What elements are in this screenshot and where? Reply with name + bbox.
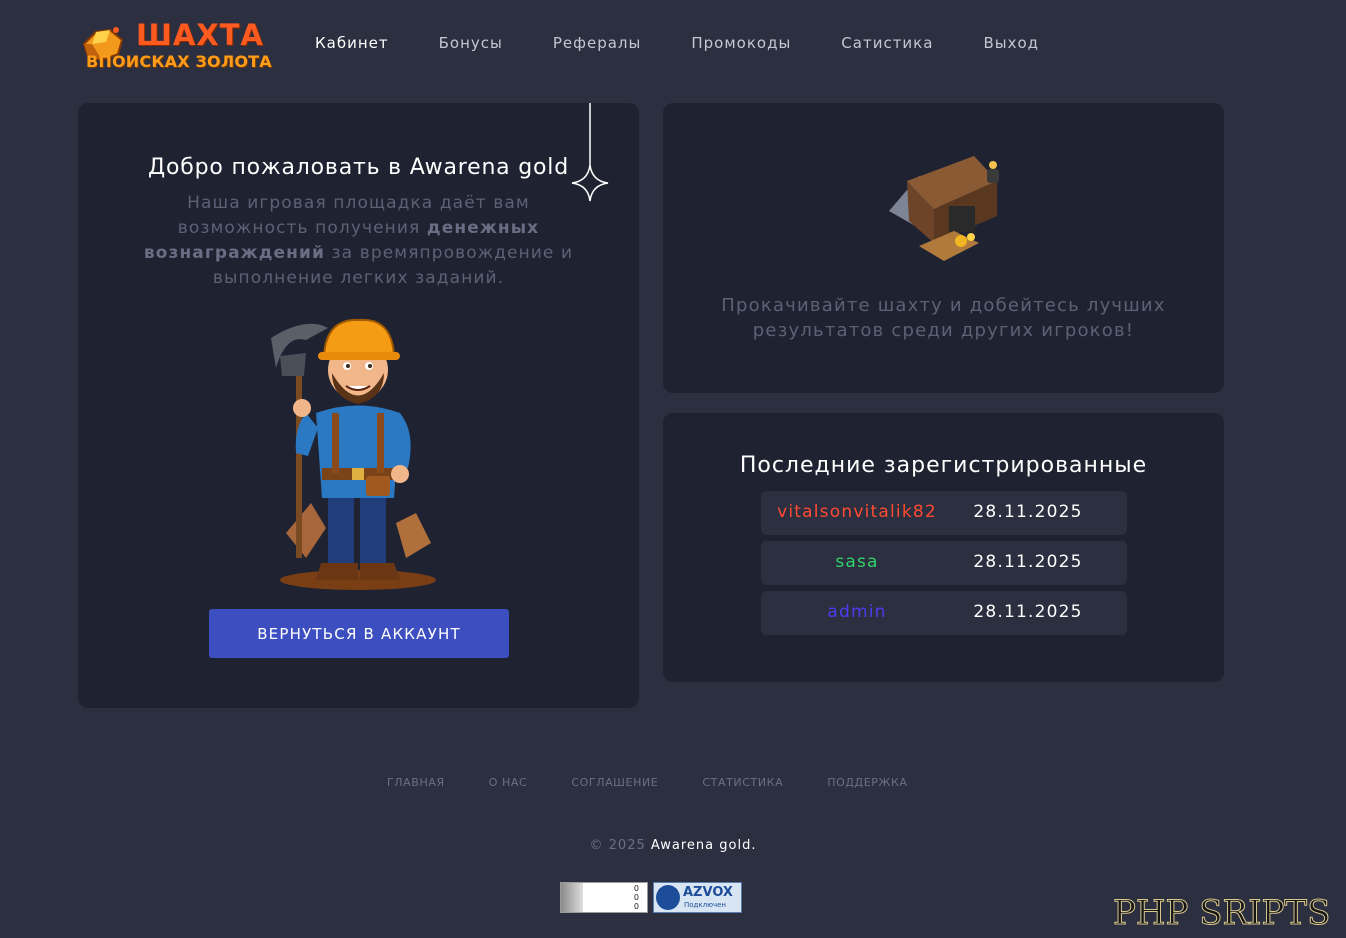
nav-cabinet[interactable]: Кабинет [315, 34, 389, 56]
counter-visits: 0 [633, 893, 639, 902]
user-name[interactable]: admin [761, 602, 953, 622]
azvox-badge[interactable]: AZVOX Подключен [653, 882, 742, 913]
user-name[interactable]: vitalsonvitalik82 [761, 502, 953, 522]
azvox-name: AZVOX [683, 885, 733, 900]
logo-title: ШАХТА [136, 18, 264, 52]
copyright-year: © 2025 [589, 838, 646, 853]
counter-views: 0 [633, 884, 639, 893]
mine-description: Прокачивайте шахту и добейтесь лучших ре… [721, 295, 1166, 341]
user-row: vitalsonvitalik82 28.11.2025 [761, 491, 1127, 535]
footer-link-about[interactable]: О НАС [489, 776, 528, 789]
nav-bonuses[interactable]: Бонусы [439, 34, 503, 56]
return-to-account-button[interactable]: ВЕРНУТЬСЯ В АККАУНТ [209, 609, 509, 658]
copyright: © 2025 Awarena gold. [0, 838, 1346, 853]
logo-subtitle: ВПОИСКАХ ЗОЛОТА [86, 52, 272, 71]
welcome-title: Добро пожаловать в Awarena gold [148, 155, 569, 180]
user-date: 28.11.2025 [973, 602, 1083, 622]
welcome-description: Наша игровая площадка даёт вам возможнос… [138, 191, 579, 291]
nav-referrals[interactable]: Рефералы [553, 34, 641, 56]
copyright-brand: Awarena gold. [650, 838, 757, 853]
nav-logout[interactable]: Выход [983, 34, 1039, 56]
footer-nav: ГЛАВНАЯ О НАС СОГЛАШЕНИЕ СТАТИСТИКА ПОДД… [387, 776, 952, 789]
footer-link-home[interactable]: ГЛАВНАЯ [387, 776, 445, 789]
nav-promocodes[interactable]: Промокоды [691, 34, 791, 56]
watermark: PHP SRIPTS [1112, 893, 1331, 934]
miner-illustration [271, 318, 436, 590]
user-date: 28.11.2025 [973, 502, 1083, 522]
recent-users-title: Последние зарегистрированные [739, 453, 1148, 478]
footer-link-agreement[interactable]: СОГЛАШЕНИЕ [571, 776, 658, 789]
mine-cart-illustration [889, 156, 999, 261]
footer-link-statistics[interactable]: СТАТИСТИКА [702, 776, 783, 789]
main-nav: Кабинет Бонусы Рефералы Промокоды Сатист… [315, 34, 1089, 56]
footer-link-support[interactable]: ПОДДЕРЖКА [827, 776, 907, 789]
recent-users-card: Последние зарегистрированные vitalsonvit… [663, 413, 1224, 682]
welcome-card: Добро пожаловать в Awarena gold Наша игр… [78, 103, 639, 708]
user-name[interactable]: sasa [761, 552, 953, 572]
counter-values: 0 0 0 [634, 884, 639, 911]
user-date: 28.11.2025 [973, 552, 1083, 572]
azvox-status: Подключен [684, 901, 726, 909]
user-row: sasa 28.11.2025 [761, 541, 1127, 585]
mine-card: Прокачивайте шахту и добейтесь лучших ре… [663, 103, 1224, 393]
sparkle-icon [571, 103, 609, 202]
user-row: admin 28.11.2025 [761, 591, 1127, 635]
nav-statistics[interactable]: Сатистика [841, 34, 933, 56]
visit-counter-badge[interactable]: 0 0 0 [560, 882, 648, 913]
azvox-logo-icon [656, 885, 680, 910]
counter-graph-icon [561, 883, 583, 912]
counter-visitors: 0 [633, 902, 639, 911]
site-logo[interactable]: ШАХТА ВПОИСКАХ ЗОЛОТА [78, 18, 278, 74]
